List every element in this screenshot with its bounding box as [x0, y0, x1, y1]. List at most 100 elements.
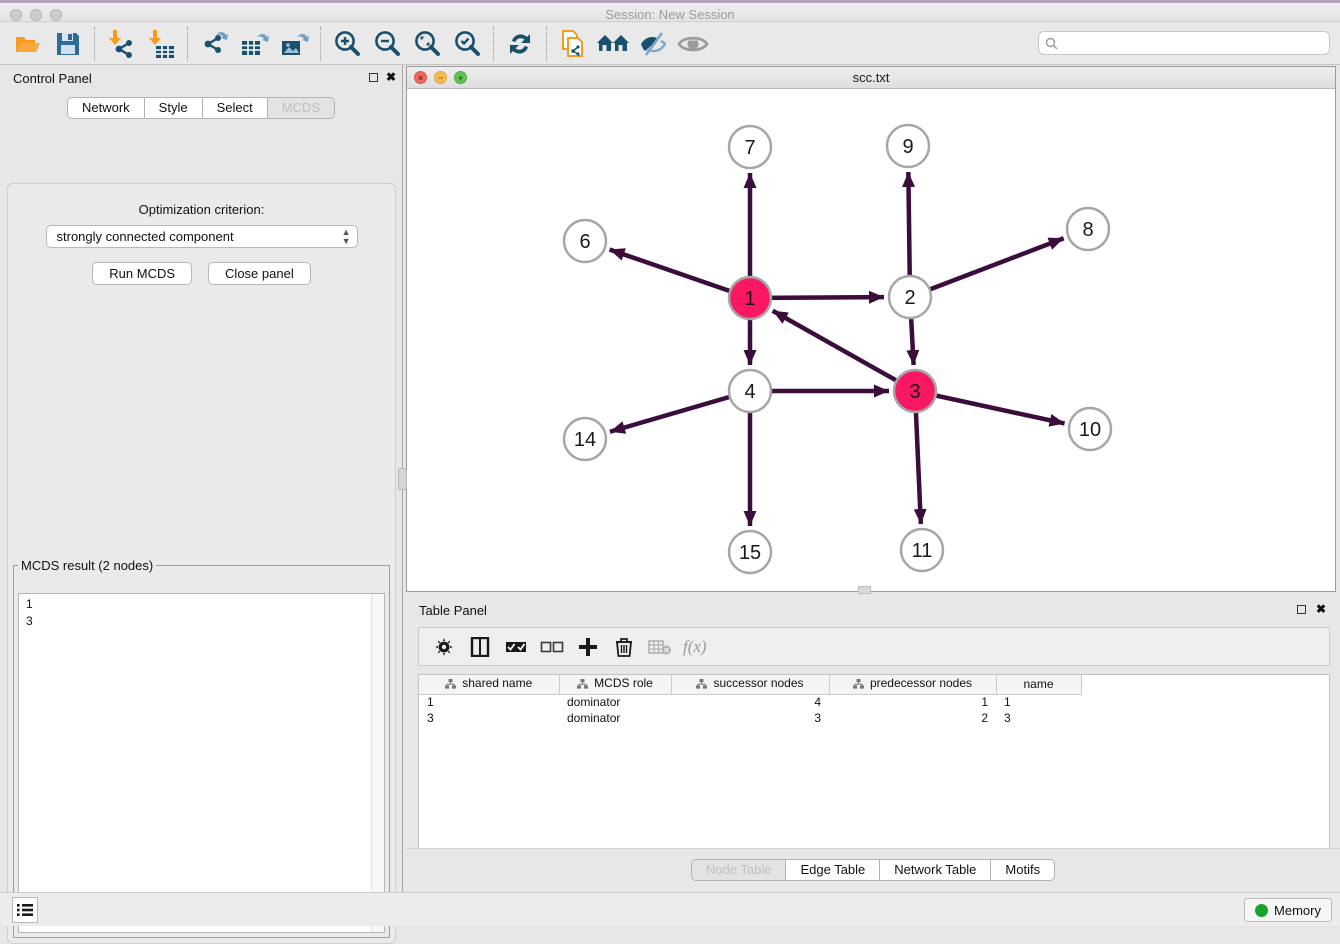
function-builder-icon[interactable]: f(x)	[683, 637, 707, 657]
tab-network[interactable]: Network	[67, 97, 145, 119]
column-type-icon	[577, 678, 588, 692]
memory-button[interactable]: Memory	[1244, 898, 1332, 922]
svg-text:11: 11	[912, 540, 933, 562]
table-tabstrip: Node Table Edge Table Network Table Moti…	[406, 848, 1340, 892]
list-icon	[17, 903, 33, 917]
tab-motifs[interactable]: Motifs	[991, 859, 1055, 881]
column-type-icon	[445, 678, 456, 692]
col-name[interactable]: name	[996, 675, 1081, 694]
float-panel-icon[interactable]	[369, 73, 378, 82]
svg-text:3: 3	[909, 381, 920, 403]
show-columns-icon[interactable]	[465, 633, 495, 661]
import-table-icon[interactable]	[144, 27, 178, 61]
memory-status-icon	[1255, 904, 1268, 917]
mcds-result-text: 1 3	[19, 594, 370, 932]
select-all-icon[interactable]	[501, 633, 531, 661]
tab-edge-table[interactable]: Edge Table	[786, 859, 880, 881]
add-column-icon[interactable]	[573, 633, 603, 661]
float-table-panel-icon[interactable]	[1297, 605, 1306, 614]
table-row[interactable]: 1 dominator 4 1 1	[419, 694, 1081, 710]
mcds-result-group: MCDS result (2 nodes) 1 3	[13, 558, 390, 938]
zoom-selected-icon[interactable]	[450, 27, 484, 61]
table-row[interactable]: 3 dominator 3 2 3	[419, 710, 1081, 726]
toolbar-separator	[187, 27, 188, 61]
open-session-icon[interactable]	[11, 27, 45, 61]
export-table-icon[interactable]	[237, 27, 271, 61]
col-mcds-role[interactable]: MCDS role	[559, 675, 671, 694]
tab-mcds[interactable]: MCDS	[268, 97, 335, 119]
close-panel-button[interactable]: Close panel	[208, 262, 311, 285]
zoom-fit-icon[interactable]	[410, 27, 444, 61]
optimization-criterion-label: Optimization criterion:	[8, 202, 395, 217]
status-bar: Memory	[0, 892, 1340, 926]
toolbar-separator	[320, 27, 321, 61]
column-type-icon	[853, 678, 864, 692]
mcds-result-area[interactable]: 1 3	[18, 593, 385, 933]
toolbar-separator	[546, 27, 547, 61]
svg-text:1: 1	[744, 288, 755, 310]
zoom-out-icon[interactable]	[370, 27, 404, 61]
task-history-button[interactable]	[12, 897, 38, 923]
svg-text:15: 15	[739, 542, 761, 564]
main-toolbar	[0, 23, 1340, 65]
col-predecessor-nodes[interactable]: predecessor nodes	[829, 675, 996, 694]
table-panel: Table Panel ✖ f(x) shared	[406, 595, 1340, 892]
svg-text:4: 4	[744, 381, 755, 403]
apply-layout-icon[interactable]	[503, 27, 537, 61]
mcds-panel-body: Optimization criterion: strongly connect…	[7, 183, 396, 944]
toggle-labels-icon[interactable]	[636, 27, 670, 61]
svg-text:2: 2	[904, 287, 915, 309]
delete-table-icon[interactable]	[645, 633, 675, 661]
birds-eye-view-icon[interactable]	[676, 27, 710, 61]
svg-text:7: 7	[744, 137, 755, 159]
control-panel-tabs: Network Style Select MCDS	[0, 97, 402, 119]
close-panel-icon[interactable]: ✖	[386, 70, 396, 84]
import-network-icon[interactable]	[104, 27, 138, 61]
criterion-select[interactable]: strongly connected component ▲▼	[46, 225, 358, 248]
vertical-splitter-handle[interactable]	[398, 468, 407, 490]
toolbar-separator	[493, 27, 494, 61]
network-view-title: scc.txt	[407, 70, 1335, 85]
toolbar-separator	[94, 27, 95, 61]
close-table-panel-icon[interactable]: ✖	[1316, 602, 1326, 616]
network-window-titlebar[interactable]: × − + scc.txt	[407, 67, 1335, 89]
svg-text:14: 14	[574, 429, 596, 451]
control-panel-title: Control Panel	[13, 71, 92, 86]
svg-text:6: 6	[579, 231, 590, 253]
delete-column-icon[interactable]	[609, 633, 639, 661]
deselect-all-icon[interactable]	[537, 633, 567, 661]
svg-text:8: 8	[1082, 219, 1093, 241]
search-field[interactable]	[1038, 31, 1330, 55]
search-input[interactable]	[1062, 36, 1323, 50]
export-network-icon[interactable]	[197, 27, 231, 61]
zoom-in-icon[interactable]	[330, 27, 364, 61]
horizontal-splitter-handle[interactable]	[858, 586, 871, 594]
network-graph: 7968124314101511	[407, 89, 1335, 591]
tab-node-table[interactable]: Node Table	[691, 859, 787, 881]
col-shared-name[interactable]: shared name	[419, 675, 559, 694]
run-mcds-button[interactable]: Run MCDS	[92, 262, 192, 285]
result-scrollbar[interactable]	[371, 594, 384, 932]
table-settings-icon[interactable]	[429, 633, 459, 661]
svg-text:9: 9	[902, 136, 913, 158]
column-type-icon	[696, 678, 707, 692]
home-view-icon[interactable]	[596, 27, 630, 61]
memory-label: Memory	[1274, 903, 1321, 918]
table-toolbar: f(x)	[418, 627, 1330, 666]
node-table: shared name MCDS role successor nodes pr…	[418, 674, 1330, 848]
window-titlebar: Session: New Session	[0, 0, 1340, 22]
control-panel: Control Panel ✖ Network Style Select MCD…	[0, 65, 403, 892]
search-icon	[1045, 37, 1058, 50]
copy-view-icon[interactable]	[556, 27, 590, 61]
tab-network-table[interactable]: Network Table	[880, 859, 991, 881]
col-successor-nodes[interactable]: successor nodes	[671, 675, 829, 694]
tab-select[interactable]: Select	[203, 97, 268, 119]
table-header-row[interactable]: shared name MCDS role successor nodes pr…	[419, 675, 1081, 694]
network-canvas[interactable]: 7968124314101511	[407, 89, 1335, 591]
save-session-icon[interactable]	[51, 27, 85, 61]
export-image-icon[interactable]	[277, 27, 311, 61]
select-stepper-icon: ▲▼	[342, 228, 351, 246]
mcds-result-title: MCDS result (2 nodes)	[18, 558, 156, 573]
tab-style[interactable]: Style	[145, 97, 203, 119]
criterion-value: strongly connected component	[57, 229, 234, 244]
